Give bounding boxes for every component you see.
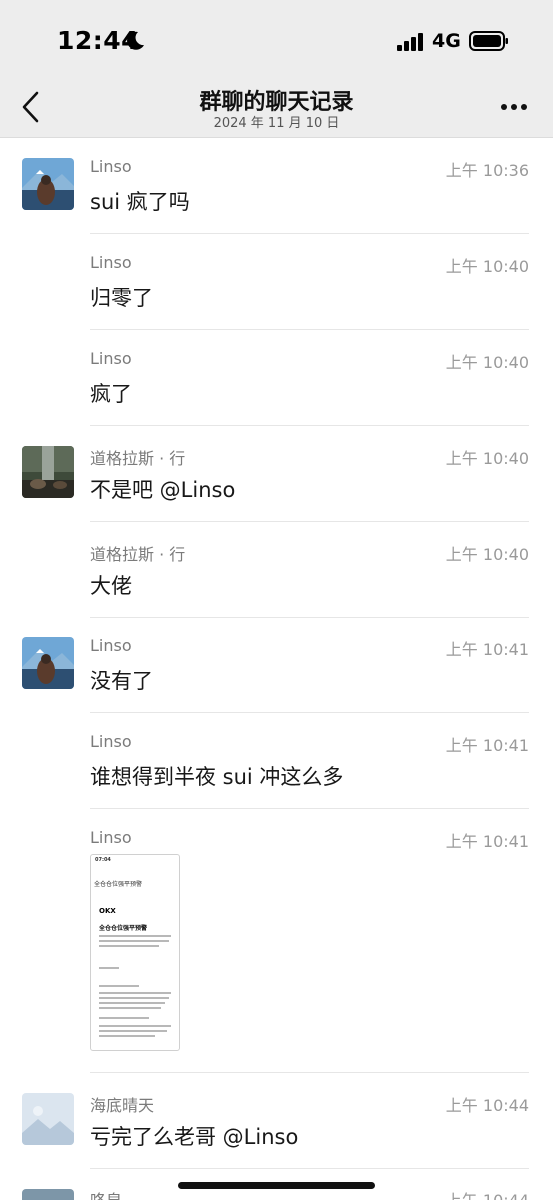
message-item[interactable]: Linso 上午 10:36 sui 疯了吗 bbox=[0, 140, 553, 236]
message-time: 上午 10:41 bbox=[445, 736, 529, 755]
divider bbox=[90, 808, 529, 809]
sender-name: Linso bbox=[90, 732, 132, 751]
divider bbox=[90, 617, 529, 618]
image-text-line bbox=[99, 935, 171, 937]
image-status-time: 07:04 bbox=[95, 857, 111, 863]
message-text: 亏完了么老哥 @Linso bbox=[90, 1125, 299, 1149]
avatar-linso-icon bbox=[22, 158, 74, 210]
network-label: 4G bbox=[432, 30, 461, 52]
image-heading: 全仓仓位强平预警 bbox=[94, 881, 143, 888]
divider bbox=[90, 329, 529, 330]
image-text-line bbox=[99, 1030, 167, 1032]
moon-icon bbox=[127, 31, 144, 50]
avatar[interactable] bbox=[22, 1189, 74, 1200]
image-text-line bbox=[99, 1025, 171, 1027]
divider bbox=[90, 712, 529, 713]
image-text-line bbox=[99, 945, 159, 947]
avatar[interactable] bbox=[22, 446, 74, 498]
sender-name: 咚泉 bbox=[90, 1187, 122, 1200]
avatar[interactable] bbox=[22, 158, 74, 210]
divider bbox=[90, 233, 529, 234]
image-text-line bbox=[99, 967, 119, 969]
message-item[interactable]: Linso 上午 10:40 疯了 bbox=[0, 332, 553, 428]
avatar-douglas-icon bbox=[22, 446, 74, 498]
message-text: 不是吧 @Linso bbox=[90, 478, 236, 502]
message-item[interactable]: Linso 上午 10:41 谁想得到半夜 sui 冲这么多 bbox=[0, 715, 553, 811]
image-text-line bbox=[99, 1007, 161, 1009]
image-text-line bbox=[99, 1017, 149, 1019]
nav-bar: 群聊的聊天记录 2024 年 11 月 10 日 bbox=[0, 80, 553, 138]
message-time: 上午 10:41 bbox=[445, 640, 529, 659]
message-time: 上午 10:44 bbox=[446, 1187, 529, 1200]
page-subtitle-date: 2024 年 11 月 10 日 bbox=[213, 116, 340, 131]
divider bbox=[90, 425, 529, 426]
image-attachment[interactable]: 07:04 全仓仓位强平预警 OKX 全仓仓位强平预警 bbox=[90, 854, 180, 1051]
status-bar: 12:44 4G bbox=[0, 0, 553, 80]
message-time: 上午 10:40 bbox=[445, 449, 529, 468]
image-text-line bbox=[99, 985, 139, 987]
message-item[interactable]: Linso 上午 10:41 没有了 bbox=[0, 620, 553, 715]
battery-icon bbox=[469, 31, 508, 51]
message-time: 上午 10:41 bbox=[445, 832, 529, 851]
avatar[interactable] bbox=[22, 1093, 74, 1145]
sender-name: Linso bbox=[90, 157, 132, 176]
image-title: 全仓仓位强平预警 bbox=[99, 925, 148, 932]
image-logo: OKX bbox=[99, 907, 116, 915]
message-text: sui 疯了吗 bbox=[90, 190, 190, 214]
image-text-line bbox=[99, 1035, 155, 1037]
message-text: 疯了 bbox=[90, 382, 132, 406]
message-text: 没有了 bbox=[90, 669, 153, 693]
sender-name: 道格拉斯 · 行 bbox=[90, 449, 186, 468]
message-item[interactable]: 道格拉斯 · 行 上午 10:40 大佬 bbox=[0, 524, 553, 620]
signal-icon bbox=[397, 33, 423, 51]
message-text: 谁想得到半夜 sui 冲这么多 bbox=[90, 765, 344, 789]
avatar-placeholder-icon bbox=[22, 1093, 74, 1145]
avatar-icon bbox=[22, 1189, 74, 1200]
more-icon[interactable] bbox=[500, 102, 528, 112]
image-text-line bbox=[99, 997, 169, 999]
message-text: 大佬 bbox=[90, 574, 132, 598]
message-time: 上午 10:40 bbox=[445, 545, 529, 564]
avatar[interactable] bbox=[22, 637, 74, 689]
image-text-line bbox=[99, 1002, 165, 1004]
message-time: 上午 10:36 bbox=[445, 161, 529, 180]
sender-name: 海底晴天 bbox=[90, 1096, 155, 1115]
divider bbox=[90, 1072, 529, 1073]
message-item[interactable]: 海底晴天 上午 10:44 亏完了么老哥 @Linso bbox=[0, 1075, 553, 1170]
sender-name: Linso bbox=[90, 349, 132, 368]
message-time: 上午 10:44 bbox=[445, 1096, 529, 1115]
message-item[interactable]: 道格拉斯 · 行 上午 10:40 不是吧 @Linso bbox=[0, 428, 553, 524]
divider bbox=[90, 1168, 529, 1169]
message-text: 归零了 bbox=[90, 286, 153, 310]
message-time: 上午 10:40 bbox=[445, 353, 529, 372]
sender-name: 道格拉斯 · 行 bbox=[90, 545, 186, 564]
divider bbox=[90, 521, 529, 522]
avatar-linso-icon bbox=[22, 637, 74, 689]
message-time: 上午 10:40 bbox=[445, 257, 529, 276]
image-text-line bbox=[99, 992, 171, 994]
home-indicator bbox=[178, 1182, 375, 1189]
sender-name: Linso bbox=[90, 636, 132, 655]
message-item[interactable]: Linso 上午 10:41 07:04 全仓仓位强平预警 OKX 全仓仓位强平… bbox=[0, 811, 553, 1075]
sender-name: Linso bbox=[90, 253, 132, 272]
message-item[interactable]: Linso 上午 10:40 归零了 bbox=[0, 236, 553, 332]
sender-name: Linso bbox=[90, 828, 132, 847]
image-text-line bbox=[99, 940, 169, 942]
